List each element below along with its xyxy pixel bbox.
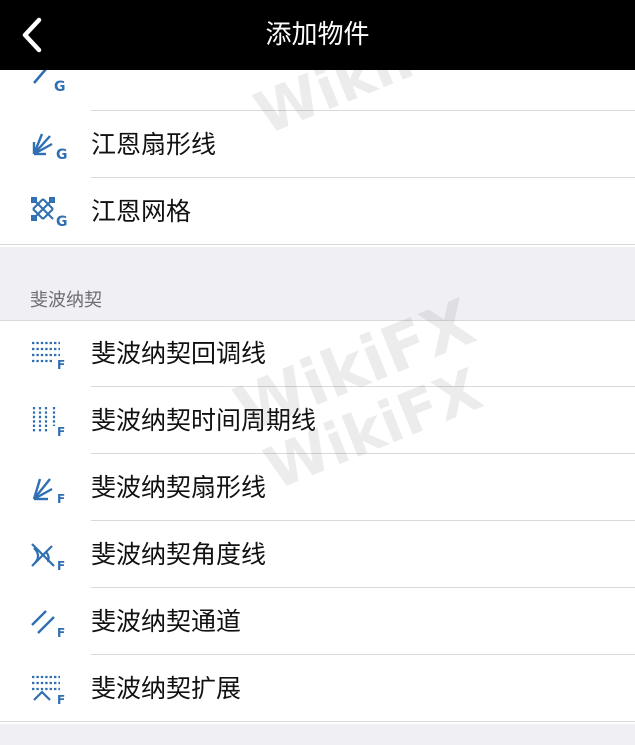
list-item-fib-channel[interactable]: F 斐波纳契通道 — [0, 588, 635, 655]
fib-fan-icon: F — [30, 471, 70, 505]
svg-text:F: F — [57, 559, 65, 572]
fib-arcs-icon: F — [30, 538, 70, 572]
list-item-label: 斐波纳契通道 — [91, 607, 242, 636]
list-item-fib-fan[interactable]: F 斐波纳契扇形线 — [0, 454, 635, 521]
list-item-label: 江恩网格 — [91, 197, 192, 226]
list-item-fib-retracement[interactable]: F 斐波纳契回调线 — [0, 320, 635, 387]
separator — [0, 721, 635, 722]
svg-text:G: G — [56, 147, 68, 162]
list-item-label: 斐波纳契角度线 — [91, 540, 267, 569]
list-item-label: 江恩扇形线 — [91, 130, 217, 159]
svg-text:F: F — [57, 492, 65, 505]
gann-section: G 江恩线 G 江恩扇形线 — [0, 34, 635, 247]
fib-expansion-icon: F — [30, 672, 70, 706]
list-item-fib-time-zones[interactable]: F 斐波纳契时间周期线 — [0, 387, 635, 454]
list-item-gann-grid[interactable]: G 江恩网格 — [0, 178, 635, 245]
list-item-label: 斐波纳契时间周期线 — [91, 406, 317, 435]
svg-text:G: G — [54, 79, 66, 95]
page-title: 添加物件 — [265, 20, 370, 50]
section-header-fibonacci: 斐波纳契 — [30, 290, 102, 311]
fib-time-zones-icon: F — [30, 404, 70, 438]
svg-text:F: F — [57, 358, 65, 371]
fib-retracement-icon: F — [30, 337, 70, 371]
svg-text:F: F — [57, 626, 65, 639]
list-item-fib-arcs[interactable]: F 斐波纳契角度线 — [0, 521, 635, 588]
list-item-fib-expansion[interactable]: F 斐波纳契扩展 — [0, 655, 635, 722]
svg-text:G: G — [56, 214, 68, 229]
nav-bar: 添加物件 — [0, 0, 635, 70]
list-item-label: 斐波纳契扩展 — [91, 674, 242, 703]
fib-channel-icon: F — [30, 605, 70, 639]
svg-text:F: F — [57, 693, 65, 706]
list-item-label: 斐波纳契扇形线 — [91, 473, 267, 502]
gann-fan-icon: G — [30, 128, 70, 162]
gann-grid-icon: G — [30, 195, 70, 229]
list-item-label: 斐波纳契回调线 — [91, 339, 267, 368]
svg-text:F: F — [57, 425, 65, 438]
list-item-gann-fan[interactable]: G 江恩扇形线 — [0, 111, 635, 178]
separator — [0, 244, 635, 245]
fibonacci-section: F 斐波纳契回调线 F 斐波纳契时间周期线 F 斐波纳契扇形线 F 斐波纳契角度… — [0, 320, 635, 724]
